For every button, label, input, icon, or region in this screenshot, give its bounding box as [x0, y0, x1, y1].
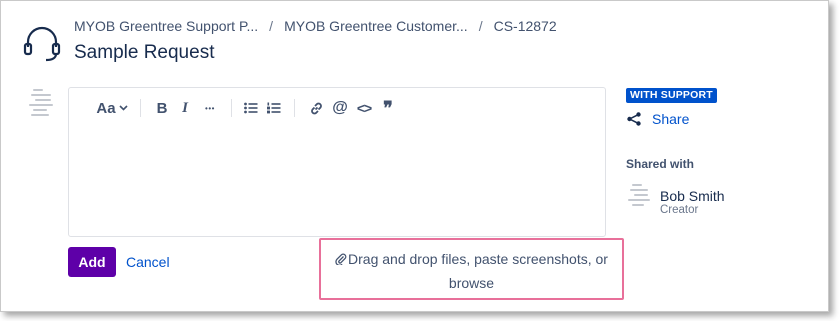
- quote-icon: ❞: [383, 97, 393, 118]
- paperclip-icon: [335, 253, 347, 266]
- bullet-list-button[interactable]: [242, 96, 260, 120]
- headset-icon: [23, 26, 61, 62]
- breadcrumb-item-portal[interactable]: MYOB Greentree Support P...: [74, 18, 258, 34]
- code-button[interactable]: <>: [353, 96, 375, 120]
- code-icon: <>: [356, 100, 372, 116]
- user-role: Creator: [660, 204, 699, 216]
- attachment-dropzone[interactable]: Drag and drop files, paste screenshots, …: [319, 238, 624, 300]
- share-button[interactable]: Share: [626, 111, 689, 127]
- numbered-list-icon: [267, 102, 281, 114]
- editor-toolbar: Aa B I ••• @ <> ❞: [69, 96, 605, 120]
- breadcrumb-separator: /: [269, 18, 274, 34]
- mention-icon: @: [332, 99, 348, 116]
- text-style-dropdown[interactable]: Aa: [95, 96, 129, 120]
- breadcrumb: MYOB Greentree Support P... / MYOB Green…: [74, 18, 557, 34]
- link-button[interactable]: [306, 96, 326, 120]
- add-button[interactable]: Add: [68, 247, 116, 277]
- dropzone-prompt: Drag and drop files, paste screenshots, …: [321, 251, 622, 267]
- link-icon: [310, 102, 322, 114]
- breadcrumb-item-issue-key[interactable]: CS-12872: [494, 18, 557, 34]
- share-label: Share: [652, 111, 690, 127]
- shared-with-heading: Shared with: [626, 157, 695, 171]
- browse-link[interactable]: browse: [321, 275, 622, 291]
- bold-button[interactable]: B: [153, 96, 171, 120]
- bullet-list-icon: [244, 102, 258, 114]
- page-title: Sample Request: [74, 42, 215, 63]
- status-badge: WITH SUPPORT: [626, 88, 717, 103]
- mention-button[interactable]: @: [330, 96, 350, 120]
- toolbar-divider: [294, 99, 295, 117]
- quote-button[interactable]: ❞: [377, 96, 399, 120]
- numbered-list-button[interactable]: [265, 96, 283, 120]
- user-name[interactable]: Bob Smith: [660, 188, 725, 204]
- toolbar-divider: [231, 99, 232, 117]
- bold-icon: B: [156, 99, 168, 117]
- more-formatting-button[interactable]: •••: [199, 96, 221, 120]
- chevron-down-icon: [119, 105, 128, 111]
- breadcrumb-separator: /: [478, 18, 483, 34]
- dropzone-text: Drag and drop files, paste screenshots, …: [348, 251, 608, 267]
- more-icon: •••: [205, 103, 215, 113]
- avatar: [29, 87, 55, 119]
- breadcrumb-item-project[interactable]: MYOB Greentree Customer...: [284, 18, 468, 34]
- share-icon: [627, 112, 641, 126]
- user-avatar: [628, 182, 654, 214]
- request-panel: MYOB Greentree Support P... / MYOB Green…: [0, 0, 829, 312]
- italic-button[interactable]: I: [176, 96, 194, 120]
- cancel-button[interactable]: Cancel: [126, 254, 170, 270]
- text-style-label: Aa: [96, 99, 116, 117]
- comment-editor[interactable]: Aa B I ••• @ <> ❞: [68, 87, 606, 237]
- italic-icon: I: [182, 99, 188, 116]
- toolbar-divider: [140, 99, 141, 117]
